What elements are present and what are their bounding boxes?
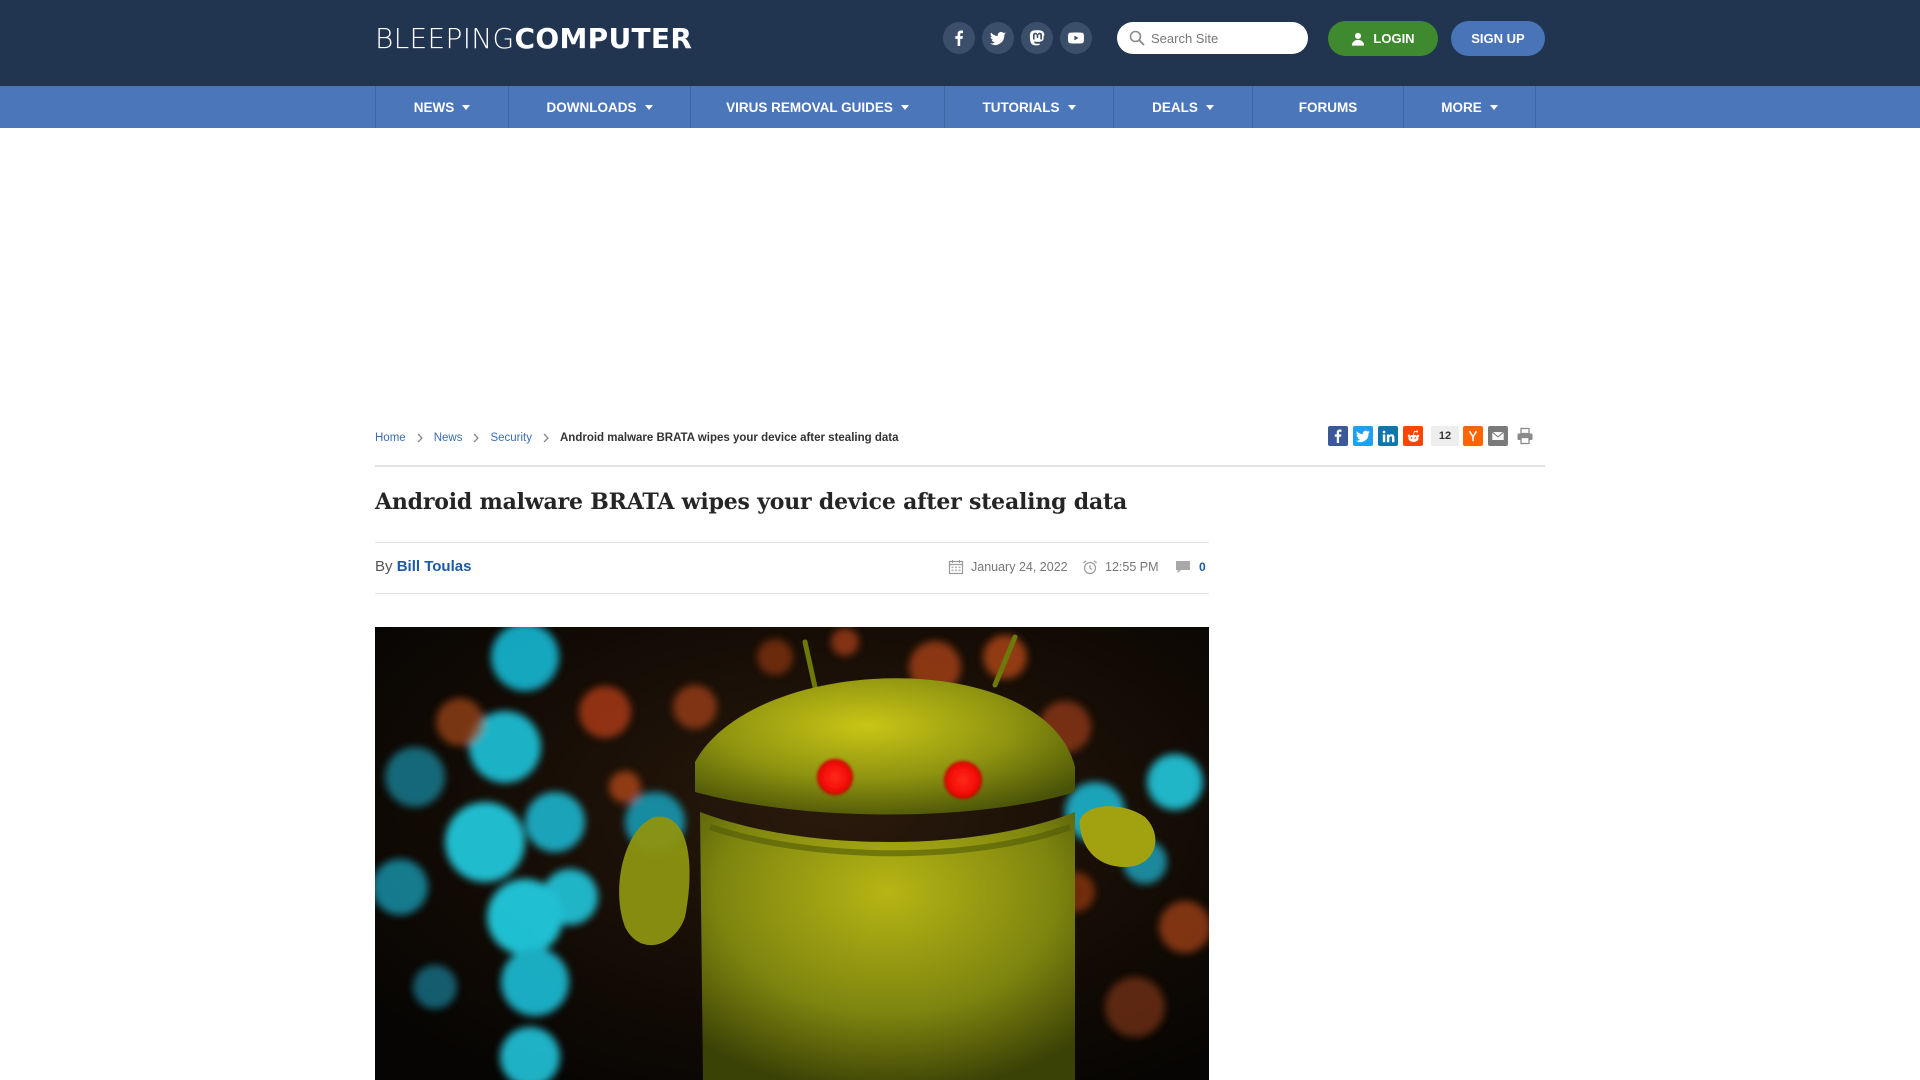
- comment-icon: [1176, 561, 1190, 573]
- comments-link[interactable]: 0: [1175, 559, 1206, 575]
- breadcrumb-security[interactable]: Security: [490, 432, 532, 444]
- logo-text-light: BLEEPING: [375, 22, 515, 55]
- byline: By Bill Toulas: [375, 558, 471, 575]
- breadcrumb: Home News Security Android malware BRATA…: [375, 430, 898, 446]
- nav-item-deals[interactable]: DEALS: [1114, 86, 1253, 128]
- print-icon: [1517, 427, 1533, 445]
- logo-text-bold: COMPUTER: [514, 22, 693, 55]
- alarm-clock-icon: [1083, 560, 1097, 575]
- time-text: 12:55 PM: [1105, 560, 1159, 574]
- caret-down-icon: [1489, 104, 1498, 110]
- signup-label: SIGN UP: [1471, 31, 1525, 46]
- linkedin-share-button[interactable]: [1378, 426, 1398, 446]
- share-count: 12: [1431, 426, 1459, 446]
- nav-item-forums[interactable]: FORUMS: [1253, 86, 1404, 128]
- nav-item-news[interactable]: NEWS: [375, 86, 509, 128]
- main-nav: NEWS DOWNLOADS VIRUS REMOVAL GUIDES TUTO…: [0, 86, 1920, 128]
- nav-label: FORUMS: [1298, 99, 1358, 115]
- caret-down-icon: [1067, 104, 1076, 110]
- date-text: January 24, 2022: [971, 560, 1068, 574]
- caret-down-icon: [644, 104, 653, 110]
- nav-item-virus-removal-guides[interactable]: VIRUS REMOVAL GUIDES: [691, 86, 945, 128]
- twitter-link[interactable]: [982, 22, 1014, 54]
- nav-item-tutorials[interactable]: TUTORIALS: [945, 86, 1114, 128]
- login-button[interactable]: LOGIN: [1328, 21, 1438, 56]
- caret-down-icon: [1205, 104, 1214, 110]
- site-logo[interactable]: BLEEPING COMPUTER: [375, 22, 693, 55]
- nav-label: MORE: [1441, 99, 1482, 115]
- byline-prefix: By: [375, 558, 393, 575]
- facebook-share-button[interactable]: [1328, 426, 1348, 446]
- calendar-icon: [948, 560, 964, 575]
- reddit-share-button[interactable]: [1403, 426, 1423, 446]
- meta-divider-bottom: [375, 593, 1209, 594]
- chevron-right-icon: [415, 433, 425, 443]
- print-button[interactable]: [1515, 426, 1535, 446]
- search-input[interactable]: [1151, 30, 1301, 46]
- mastodon-icon: [1029, 30, 1045, 46]
- login-label: LOGIN: [1373, 31, 1415, 46]
- author-link[interactable]: Bill Toulas: [397, 558, 472, 575]
- breadcrumb-home[interactable]: Home: [375, 432, 406, 444]
- chevron-right-icon: [541, 433, 551, 443]
- facebook-icon: [955, 30, 963, 46]
- nav-item-more[interactable]: MORE: [1404, 86, 1536, 128]
- reddit-share-icon: [1407, 429, 1419, 442]
- nav-label: DEALS: [1152, 99, 1198, 115]
- nav-label: TUTORIALS: [982, 99, 1060, 115]
- chevron-right-icon: [471, 433, 481, 443]
- linkedin-share-icon: [1382, 430, 1394, 442]
- android-robot-illustration: [375, 627, 1209, 1080]
- signup-button[interactable]: SIGN UP: [1451, 21, 1545, 56]
- youtube-icon: [1068, 32, 1084, 44]
- article-date: January 24, 2022: [948, 559, 1068, 575]
- email-share-button[interactable]: [1488, 426, 1508, 446]
- youtube-link[interactable]: [1060, 22, 1092, 54]
- twitter-icon: [990, 31, 1006, 45]
- nav-label: DOWNLOADS: [546, 99, 637, 115]
- breadcrumb-divider: [375, 465, 1545, 467]
- hackernews-share-icon: [1468, 430, 1478, 442]
- article-hero-image: [375, 627, 1209, 1080]
- caret-down-icon: [900, 104, 909, 110]
- article-title: Android malware BRATA wipes your device …: [375, 489, 1128, 515]
- meta-divider-top: [375, 542, 1209, 543]
- user-icon: [1352, 32, 1365, 46]
- article-time: 12:55 PM: [1082, 559, 1159, 575]
- breadcrumb-news[interactable]: News: [434, 432, 463, 444]
- facebook-share-icon: [1334, 429, 1342, 443]
- twitter-share-button[interactable]: [1353, 426, 1373, 446]
- breadcrumb-current: Android malware BRATA wipes your device …: [560, 432, 899, 444]
- twitter-share-icon: [1356, 430, 1370, 443]
- mastodon-link[interactable]: [1021, 22, 1053, 54]
- hackernews-share-button[interactable]: [1463, 426, 1483, 446]
- email-share-icon: [1491, 431, 1505, 440]
- search-box[interactable]: [1117, 22, 1308, 54]
- comment-count: 0: [1199, 560, 1206, 574]
- nav-label: NEWS: [413, 99, 455, 115]
- nav-label: VIRUS REMOVAL GUIDES: [726, 99, 893, 115]
- caret-down-icon: [462, 104, 471, 110]
- facebook-link[interactable]: [943, 22, 975, 54]
- site-header: BLEEPINGCOMPUTER LOGIN SIGN UP: [0, 0, 1920, 86]
- nav-item-downloads[interactable]: DOWNLOADS: [509, 86, 691, 128]
- search-icon: [1129, 30, 1145, 46]
